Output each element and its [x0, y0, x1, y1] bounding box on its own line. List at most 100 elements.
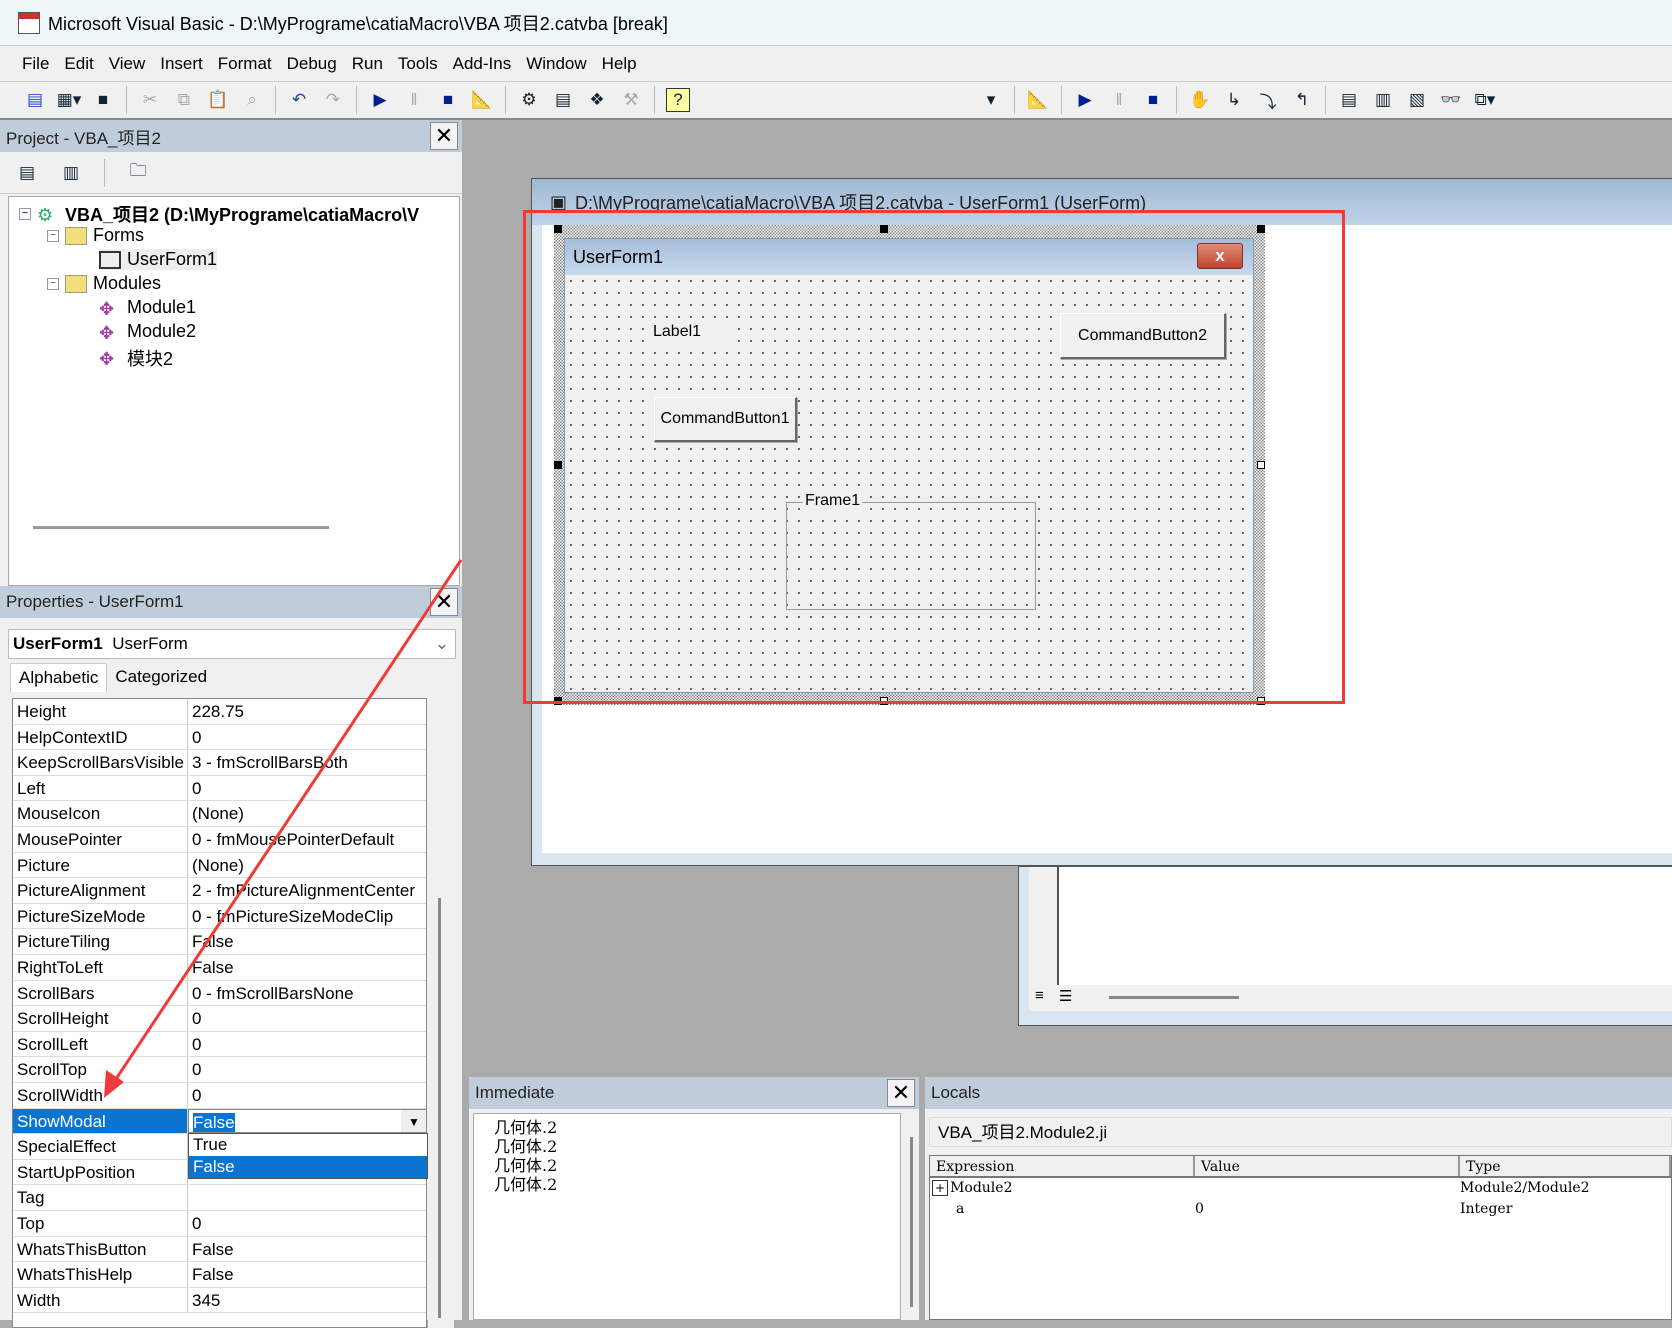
- tab-categorized[interactable]: Categorized: [107, 663, 215, 692]
- break-icon[interactable]: ‖: [402, 88, 426, 112]
- property-row-scrollheight[interactable]: ScrollHeight 0: [13, 1006, 426, 1032]
- toolbox-icon[interactable]: ⚒: [619, 88, 643, 112]
- menu-edit[interactable]: Edit: [64, 54, 93, 74]
- collapse-icon[interactable]: −: [47, 229, 59, 242]
- tree-node-module-cn[interactable]: ✥ 模块2: [99, 345, 173, 371]
- dropdown-option-false[interactable]: False: [189, 1156, 427, 1178]
- horizontal-scrollbar[interactable]: [1109, 996, 1239, 999]
- locals-row[interactable]: a 0 Integer: [930, 1199, 1671, 1220]
- undo-icon[interactable]: ↶: [287, 88, 311, 112]
- find-icon[interactable]: ⌕: [240, 88, 264, 112]
- property-row-width[interactable]: Width 345: [13, 1287, 426, 1314]
- vertical-scrollbar[interactable]: [428, 698, 454, 1328]
- menu-tools[interactable]: Tools: [398, 54, 438, 74]
- property-row-mousepointer[interactable]: MousePointer 0 - fmMousePointerDefault: [13, 827, 426, 853]
- properties-icon[interactable]: ▤: [551, 88, 575, 112]
- insert-userform-icon[interactable]: ▦▾: [57, 88, 82, 112]
- property-row-picture[interactable]: Picture (None): [13, 852, 426, 879]
- property-value[interactable]: False: [188, 929, 426, 954]
- property-value[interactable]: 0 - fmScrollBarsNone: [188, 981, 426, 1006]
- property-value[interactable]: 3 - fmScrollBarsBoth: [188, 750, 426, 775]
- property-row-scrollleft[interactable]: ScrollLeft 0: [13, 1031, 426, 1058]
- expand-icon[interactable]: +: [932, 1180, 949, 1196]
- toggle-breakpoint-icon[interactable]: ✋: [1188, 88, 1212, 112]
- chevron-down-icon[interactable]: ⌄: [435, 634, 449, 654]
- menu-view[interactable]: View: [109, 54, 146, 74]
- property-row-whatsthisbutton[interactable]: WhatsThisButton False: [13, 1236, 426, 1263]
- cut-icon[interactable]: ✂: [138, 88, 162, 112]
- save-icon[interactable]: ■: [91, 88, 115, 112]
- close-icon[interactable]: ✕: [887, 1079, 915, 1107]
- design-mode-icon[interactable]: 📐: [470, 88, 494, 112]
- property-row-scrollwidth[interactable]: ScrollWidth 0: [13, 1083, 426, 1109]
- dropdown-option-true[interactable]: True: [189, 1134, 427, 1156]
- property-value[interactable]: [188, 1185, 426, 1210]
- property-value[interactable]: 345: [188, 1288, 426, 1313]
- property-row-left[interactable]: Left 0: [13, 775, 426, 802]
- menu-insert[interactable]: Insert: [160, 54, 203, 74]
- property-value[interactable]: 0: [188, 1006, 426, 1031]
- locals-row[interactable]: + Module2 Module2/Module2: [930, 1178, 1671, 1199]
- tree-node-project[interactable]: − ⚙ VBA_项目2 (D:\MyPrograme\catiaMacro\V: [19, 201, 419, 227]
- step-out-icon[interactable]: ↰: [1290, 88, 1314, 112]
- toolbar-overflow-icon[interactable]: ▾: [979, 88, 1003, 112]
- property-value[interactable]: (None): [188, 853, 426, 878]
- property-row-top[interactable]: Top 0: [13, 1211, 426, 1237]
- code-editor[interactable]: ≡ ☰: [1029, 867, 1672, 1011]
- debug-break-icon[interactable]: ‖: [1107, 88, 1131, 112]
- collapse-icon[interactable]: −: [47, 277, 59, 290]
- property-row-whatsthishelp[interactable]: WhatsThisHelp False: [13, 1262, 426, 1288]
- property-value[interactable]: False: [193, 1112, 235, 1132]
- watch-window-icon[interactable]: ▧: [1405, 88, 1429, 112]
- full-module-view-icon[interactable]: ☰: [1059, 987, 1072, 1005]
- debug-run-icon[interactable]: ▶: [1073, 88, 1097, 112]
- property-row-height[interactable]: Height 228.75: [13, 699, 426, 725]
- immediate-window-icon[interactable]: ▥: [1371, 88, 1395, 112]
- object-browser-icon[interactable]: ❖: [585, 88, 609, 112]
- menu-debug[interactable]: Debug: [287, 54, 337, 74]
- column-value[interactable]: Value: [1195, 1156, 1460, 1176]
- property-value[interactable]: 0: [188, 1083, 426, 1108]
- property-value[interactable]: 228.75: [188, 699, 426, 724]
- property-value[interactable]: 0: [188, 1032, 426, 1057]
- run-icon[interactable]: ▶: [368, 88, 392, 112]
- debug-reset-icon[interactable]: ■: [1141, 88, 1165, 112]
- property-row-picturealignment[interactable]: PictureAlignment 2 - fmPictureAlignmentCe…: [13, 878, 426, 904]
- column-type[interactable]: Type: [1460, 1156, 1671, 1176]
- menu-format[interactable]: Format: [218, 54, 272, 74]
- project-explorer-icon[interactable]: ⚙: [517, 88, 541, 112]
- property-row-scrolltop[interactable]: ScrollTop 0: [13, 1057, 426, 1083]
- step-into-icon[interactable]: ↳: [1222, 88, 1246, 112]
- property-row-mouseicon[interactable]: MouseIcon (None): [13, 801, 426, 827]
- property-row-scrollbars[interactable]: ScrollBars 0 - fmScrollBarsNone: [13, 980, 426, 1007]
- property-value[interactable]: 0: [188, 776, 426, 801]
- property-row-helpcontextid[interactable]: HelpContextID 0: [13, 724, 426, 751]
- view-object-icon[interactable]: ▥: [59, 161, 83, 185]
- property-row-keepscrollbarsvisible[interactable]: KeepScrollBarsVisible 3 - fmScrollBarsBot…: [13, 750, 426, 776]
- object-selector[interactable]: UserForm1 UserForm ⌄: [8, 629, 456, 659]
- property-value[interactable]: (None): [188, 801, 426, 826]
- reset-icon[interactable]: ■: [436, 88, 460, 112]
- help-icon[interactable]: ?: [666, 88, 690, 112]
- property-value[interactable]: False: [188, 1262, 426, 1287]
- menu-add-ins[interactable]: Add-Ins: [453, 54, 512, 74]
- redo-icon[interactable]: ↷: [321, 88, 345, 112]
- close-icon[interactable]: ✕: [430, 588, 458, 616]
- property-value[interactable]: False: [188, 1237, 426, 1262]
- tree-node-forms[interactable]: − Forms: [47, 225, 144, 246]
- property-value[interactable]: 0: [188, 1057, 426, 1082]
- column-expression[interactable]: Expression: [930, 1156, 1195, 1176]
- procedure-view-icon[interactable]: ≡: [1035, 987, 1044, 1004]
- menu-run[interactable]: Run: [352, 54, 383, 74]
- call-stack-icon[interactable]: ⧉▾: [1473, 88, 1497, 112]
- step-over-icon[interactable]: ⤵: [1256, 88, 1280, 112]
- tree-node-userform1[interactable]: UserForm1: [99, 249, 218, 270]
- vertical-scrollbar[interactable]: [910, 1137, 913, 1307]
- property-row-righttoleft[interactable]: RightToLeft False: [13, 955, 426, 981]
- tree-node-modules[interactable]: − Modules: [47, 273, 161, 294]
- property-row-showmodal[interactable]: ShowModal False ▼: [13, 1108, 426, 1135]
- property-row-picturetiling[interactable]: PictureTiling False: [13, 929, 426, 955]
- locals-window-icon[interactable]: ▤: [1337, 88, 1361, 112]
- dropdown-arrow-icon[interactable]: ▼: [401, 1109, 426, 1133]
- view-code-icon[interactable]: ▤: [15, 161, 39, 185]
